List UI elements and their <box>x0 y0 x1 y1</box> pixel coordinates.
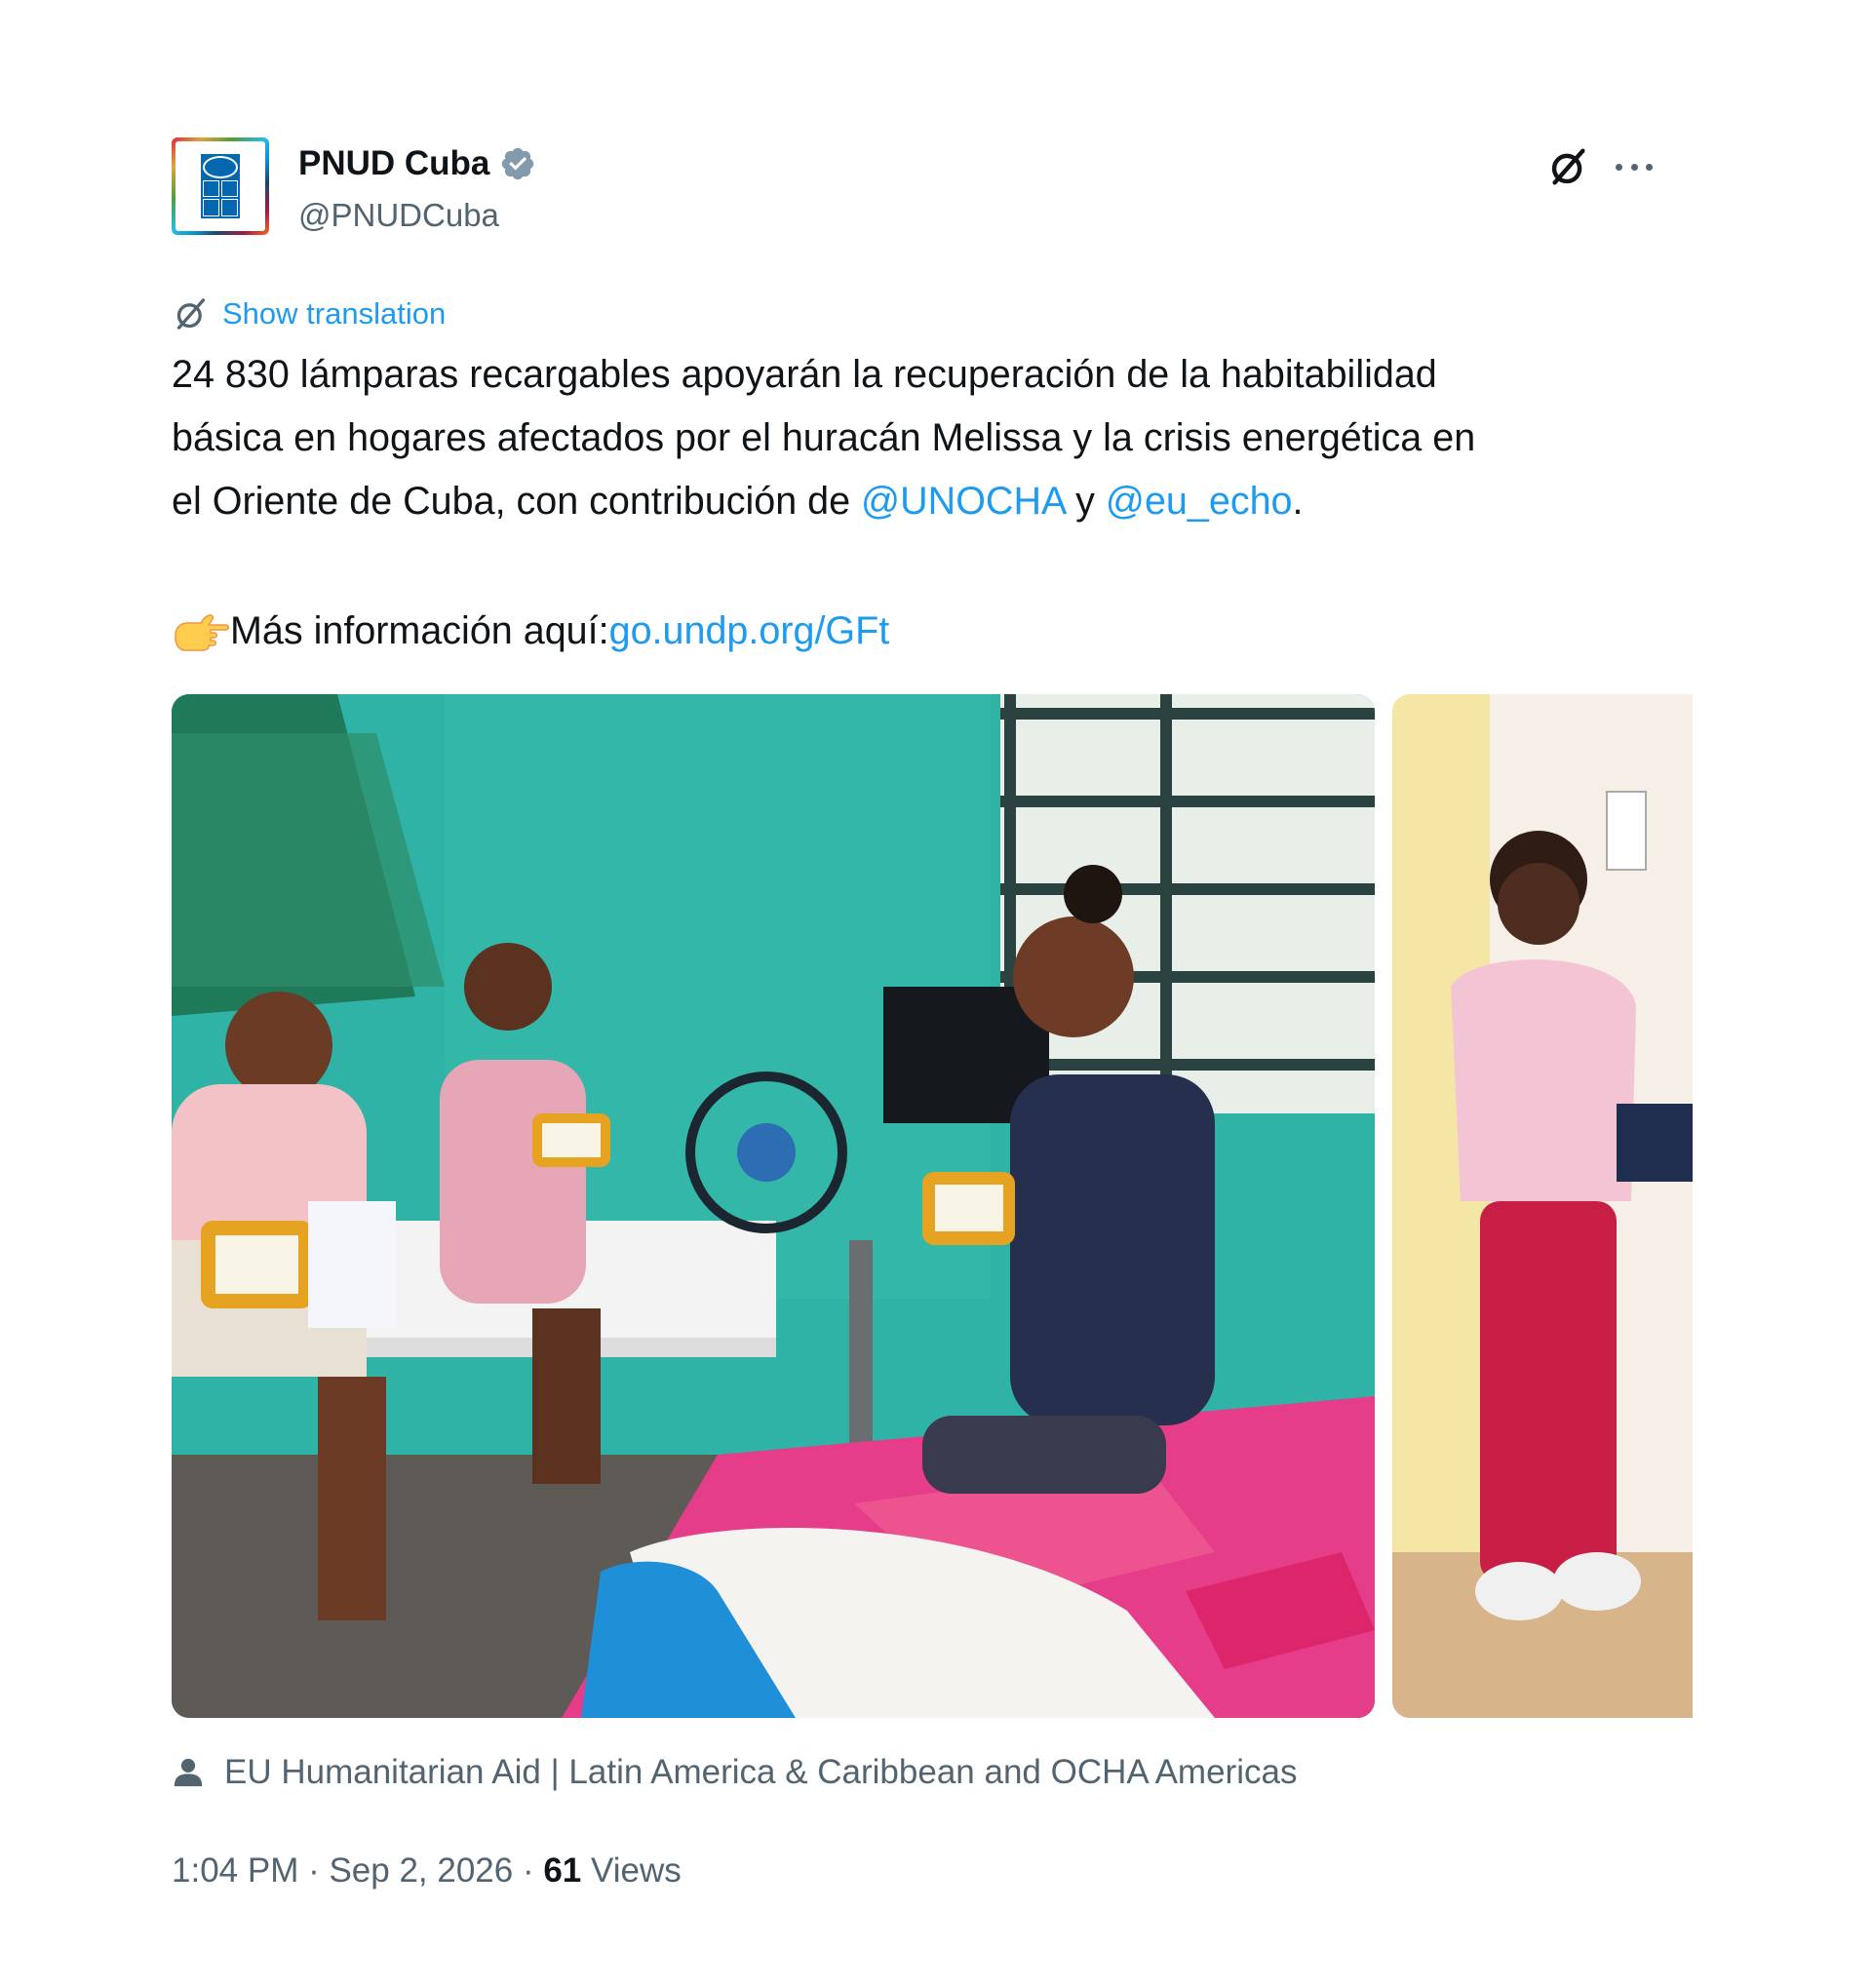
photo-women-with-lamps[interactable] <box>172 694 1375 1718</box>
tweet-meta: 1:04 PM · Sep 2, 2026 · 61 Views <box>172 1852 682 1891</box>
mention-unocha-link[interactable]: @UNOCHA <box>861 480 1065 523</box>
tweet-text-line: el Oriente de Cuba, con contribución de … <box>172 470 1693 533</box>
tweet-text-line: 24 830 lámparas recargables apoyarán la … <box>172 353 1437 396</box>
photo-woman-holding-lamp-box-image <box>1392 694 1693 1718</box>
photo-woman-holding-lamp-box[interactable] <box>1392 694 1693 1718</box>
more-info-link[interactable]: go.undp.org/GFt <box>609 600 890 663</box>
show-translation-link[interactable]: Show translation <box>172 294 446 333</box>
tweet-text-segment: el Oriente de Cuba, con contribución de <box>172 480 862 523</box>
tagged-users-label[interactable]: EU Humanitarian Aid | Latin America & Ca… <box>224 1753 1297 1792</box>
tweet-text-line: básica en hogares afectados por el hurac… <box>172 416 1476 459</box>
tagged-users[interactable]: EU Humanitarian Aid | Latin America & Ca… <box>172 1753 1297 1792</box>
more-options-icon[interactable] <box>1610 152 1658 181</box>
tweet-header: PNUD Cuba @PNUDCuba <box>172 135 1693 242</box>
mention-eu-echo-link[interactable]: @eu_echo <box>1106 480 1293 523</box>
person-icon <box>174 1758 203 1787</box>
tweet-text-segment: y <box>1065 480 1106 523</box>
author-display-name[interactable]: PNUD Cuba <box>298 144 489 183</box>
pointing-hand-emoji-icon <box>175 613 229 651</box>
tweet-timestamp[interactable]: 1:04 PM · Sep 2, 2026 · <box>172 1852 543 1890</box>
media-gallery <box>172 694 1693 1718</box>
grok-translate-icon <box>176 298 206 330</box>
author-handle[interactable]: @PNUDCuba <box>298 197 499 234</box>
show-translation-label[interactable]: Show translation <box>222 296 446 331</box>
views-label: Views <box>581 1852 682 1890</box>
tweet-text: 24 830 lámparas recargables apoyarán la … <box>172 343 1693 533</box>
tweet-card: PNUD Cuba @PNUDCuba Show translation 24 … <box>172 135 1693 1890</box>
photo-women-with-lamps-image <box>172 694 1375 1718</box>
tweet-text-segment: . <box>1292 480 1304 523</box>
more-info-label: Más información aquí: <box>230 609 609 652</box>
grok-icon[interactable] <box>1546 144 1591 189</box>
verified-badge-icon <box>502 147 534 180</box>
views-count: 61 <box>543 1852 582 1890</box>
undp-logo-icon <box>201 154 240 218</box>
more-info-line: Más información aquí: go.undp.org/GFt <box>172 600 889 663</box>
author-name-row[interactable]: PNUD Cuba <box>298 144 536 183</box>
author-avatar[interactable] <box>172 137 269 235</box>
